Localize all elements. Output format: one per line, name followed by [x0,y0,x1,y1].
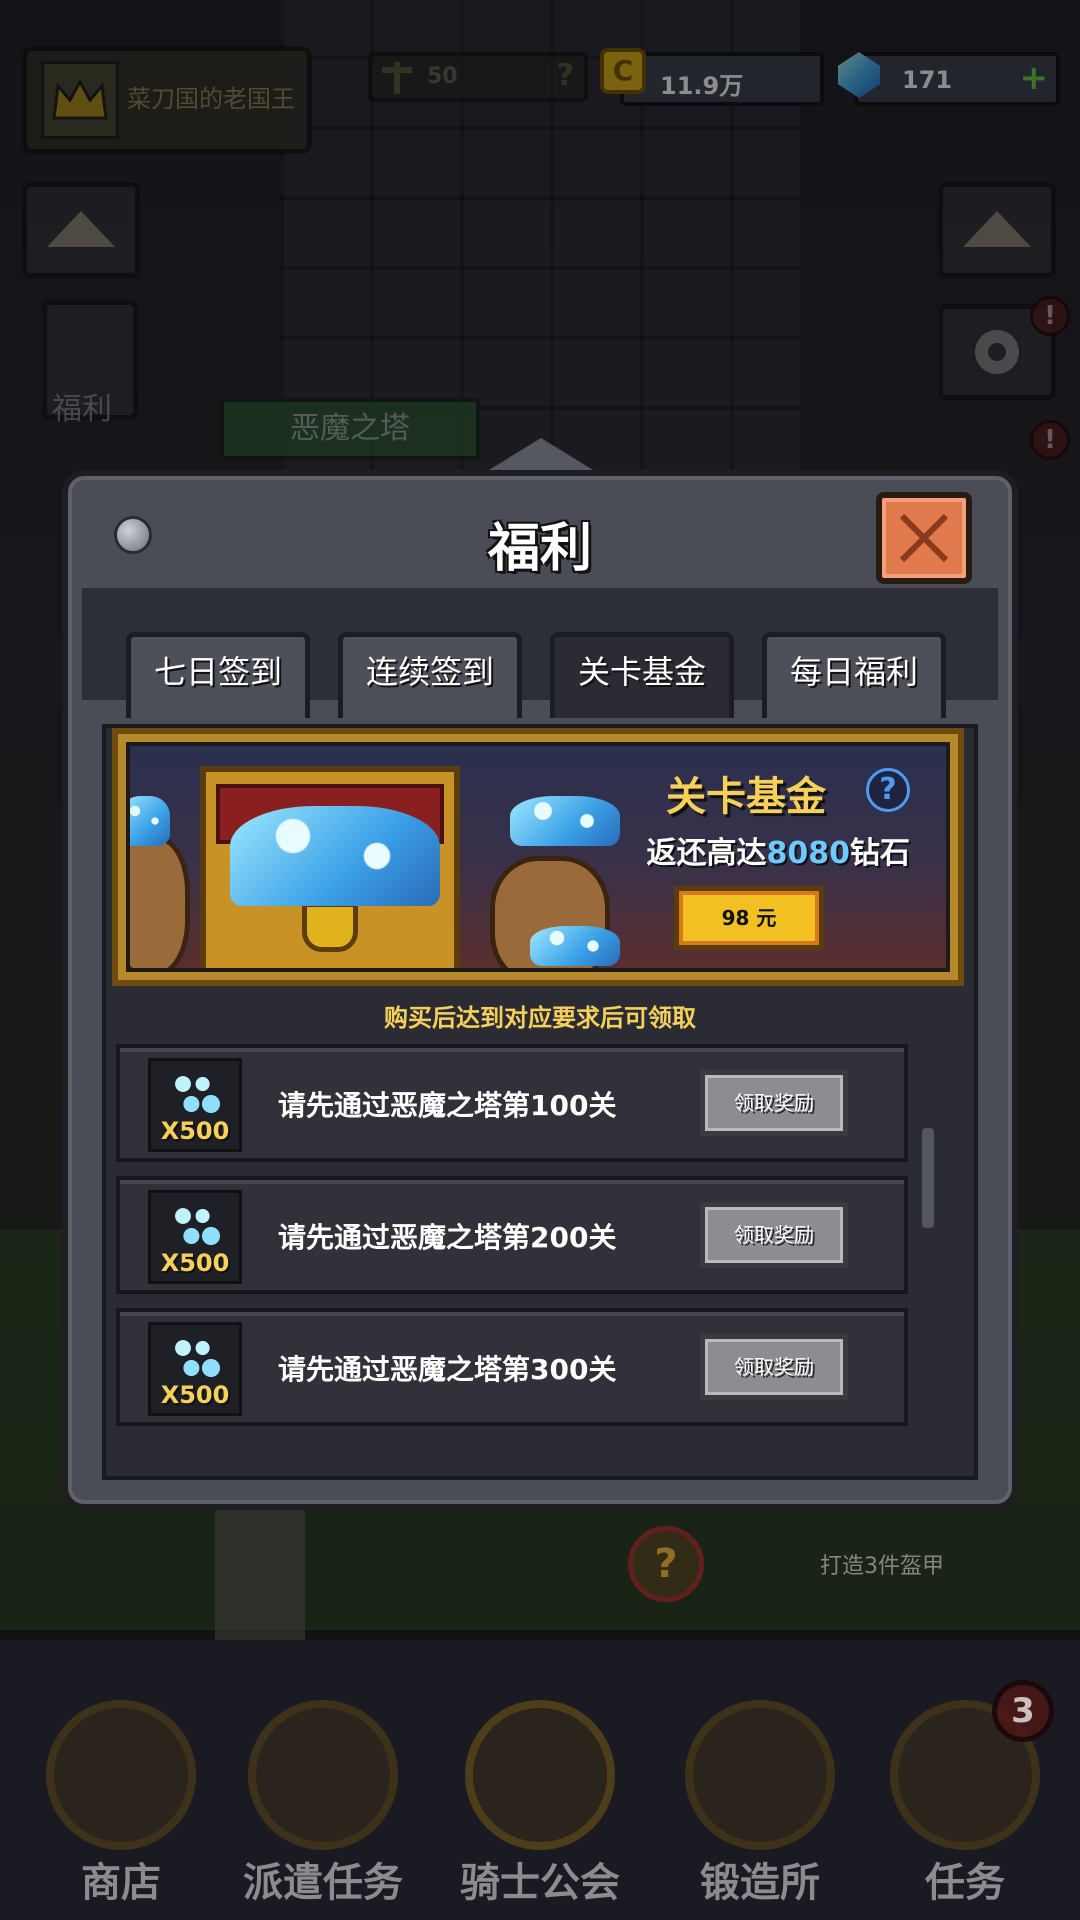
nav-dispatch[interactable]: 派遣任务 [228,1700,418,1910]
gem-pile-decoration [130,796,170,846]
nav-label: 商店 [81,1860,161,1906]
modal-title: 福利 [487,519,592,579]
claim-hint: 购买后达到对应要求后可领取 [384,1004,696,1032]
reward-quantity: X500 [160,1381,230,1409]
nav-label: 任务 [925,1860,1005,1906]
task-hint-text: 打造3件盔甲 [820,1554,944,1579]
gem-reward-icon: X500 [148,1190,242,1284]
level-fund-banner: 关卡基金 ? 返还高达8080钻石 98 元 [112,728,964,986]
nav-shop[interactable]: 商店 [26,1700,216,1910]
tab-daily-welfare[interactable]: 每日福利 [762,632,946,718]
tab-content: 关卡基金 ? 返还高达8080钻石 98 元 购买后达到对应要求后可领取 X50… [102,724,978,1480]
reward-requirement: 请先通过恶魔之塔第300关 [278,1353,617,1386]
banner-subtitle: 返还高达8080钻石 [646,836,911,871]
help-icon[interactable]: ? [866,768,910,812]
close-button[interactable] [876,492,972,584]
nav-tasks[interactable]: 3 任务 [870,1680,1060,1910]
reward-requirement: 请先通过恶魔之塔第100关 [278,1089,617,1122]
close-icon [899,513,949,563]
banner-title: 关卡基金 [666,774,826,820]
task-help-icon[interactable]: ? [628,1526,704,1602]
reward-requirement: 请先通过恶魔之塔第200关 [278,1221,617,1254]
sack-decoration [130,836,190,968]
list-item: X500 请先通过恶魔之塔第100关 领取奖励 [116,1044,908,1162]
shop-icon [46,1700,196,1850]
tab-level-fund[interactable]: 关卡基金 [550,632,734,718]
list-item: X500 请先通过恶魔之塔第200关 领取奖励 [116,1176,908,1294]
welfare-modal: 福利 七日签到 连续签到 关卡基金 每日福利 关卡基金 ? 返还高达8080钻石… [62,470,1018,1510]
tab-seven-day-signin[interactable]: 七日签到 [126,632,310,718]
buy-fund-button[interactable]: 98 元 [674,886,824,950]
gem-reward-icon: X500 [148,1322,242,1416]
claim-reward-button[interactable]: 领取奖励 [700,1070,848,1136]
claim-reward-button[interactable]: 领取奖励 [700,1334,848,1400]
nav-label: 骑士公会 [460,1860,620,1906]
anvil-icon [685,1700,835,1850]
list-item: X500 请先通过恶魔之塔第300关 领取奖励 [116,1308,908,1426]
task-count-badge: 3 [992,1680,1054,1742]
reward-quantity: X500 [160,1249,230,1277]
reward-list[interactable]: X500 请先通过恶魔之塔第100关 领取奖励 X500 请先通过恶魔之塔第20… [116,1044,916,1472]
list-scrollbar[interactable] [922,1128,934,1228]
nav-forge[interactable]: 锻造所 [665,1700,855,1910]
knight-helmet-icon [465,1700,615,1850]
gem-pile-decoration [530,926,620,966]
nav-knight-guild[interactable]: 骑士公会 [445,1700,635,1910]
nav-label: 派遣任务 [243,1860,403,1906]
tab-consecutive-signin[interactable]: 连续签到 [338,632,522,718]
gem-reward-icon: X500 [148,1058,242,1152]
gem-pile-decoration [230,806,440,906]
tab-bar: 七日签到 连续签到 关卡基金 每日福利 [82,588,998,718]
bottom-nav: 商店 派遣任务 骑士公会 锻造所 3 任务 [0,1640,1080,1920]
dispatch-icon [248,1700,398,1850]
return-amount: 8080 [766,836,851,871]
reward-quantity: X500 [160,1117,230,1145]
gem-pile-decoration [510,796,620,846]
nav-label: 锻造所 [700,1860,820,1906]
banner-art: 关卡基金 ? 返还高达8080钻石 98 元 [126,742,950,972]
claim-reward-button[interactable]: 领取奖励 [700,1202,848,1268]
